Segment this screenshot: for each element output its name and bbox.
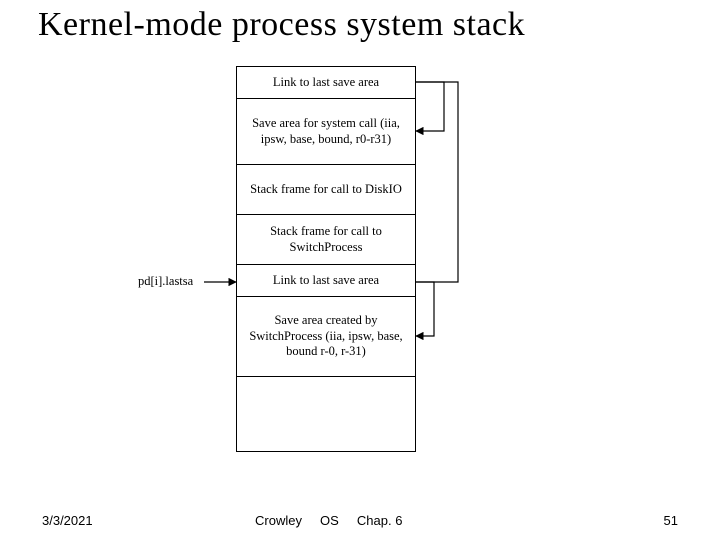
slide-title: Kernel-mode process system stack: [38, 6, 700, 44]
stack-cell-link-bottom: Link to last save area: [237, 265, 415, 297]
stack-cell-save-switch: Save area created by SwitchProcess (iia,…: [237, 297, 415, 377]
footer-page: 51: [664, 513, 678, 528]
footer-course: OS: [320, 513, 339, 528]
footer-chapter: Chap. 6: [357, 513, 403, 528]
stack-cell-save-syscall: Save area for system call (iia, ipsw, ba…: [237, 99, 415, 165]
diagram-stage: Link to last save area Save area for sys…: [0, 60, 720, 500]
stack-cell-empty: [237, 377, 415, 451]
stack-cell-link-top: Link to last save area: [237, 67, 415, 99]
footer-center: Crowley OS Chap. 6: [255, 513, 402, 528]
stack-cell-frame-switch: Stack frame for call to SwitchProcess: [237, 215, 415, 265]
footer-author: Crowley: [255, 513, 302, 528]
label-pd-lastsa: pd[i].lastsa: [138, 274, 193, 289]
stack-cell-frame-diskio: Stack frame for call to DiskIO: [237, 165, 415, 215]
stack-column: Link to last save area Save area for sys…: [236, 66, 416, 452]
footer-date: 3/3/2021: [42, 513, 93, 528]
